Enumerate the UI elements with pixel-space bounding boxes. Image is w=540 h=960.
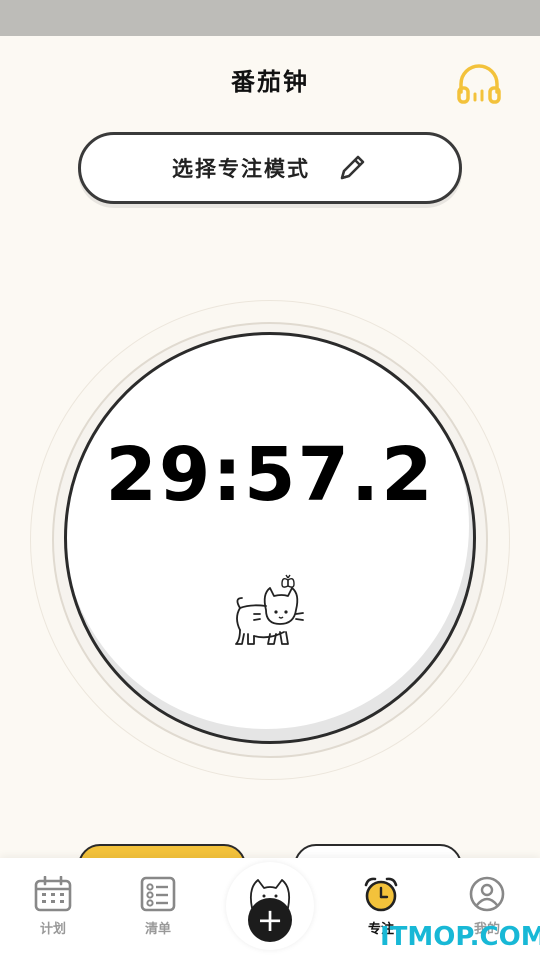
mode-button-label: 选择专注模式 xyxy=(172,157,310,181)
user-icon xyxy=(469,876,505,912)
select-focus-mode-button[interactable]: 选择专注模式 xyxy=(78,132,462,204)
tab-checklist[interactable]: 清单 xyxy=(118,876,198,937)
calendar-icon xyxy=(34,876,72,912)
timer-dial[interactable] xyxy=(64,332,476,744)
tab-plan[interactable]: 计划 xyxy=(13,876,93,937)
tab-plan-label: 计划 xyxy=(39,922,66,937)
walking-cat-illustration xyxy=(235,574,304,645)
pencil-icon xyxy=(340,155,365,180)
add-task-button[interactable]: + xyxy=(248,898,292,942)
status-bar xyxy=(0,0,540,36)
alarm-clock-icon xyxy=(364,877,398,912)
headphones-icon[interactable] xyxy=(456,62,502,106)
checklist-icon xyxy=(140,876,176,912)
tab-checklist-label: 清单 xyxy=(144,922,171,937)
watermark: ITMOP.COM xyxy=(380,922,540,952)
timer-display: 29:57.2 xyxy=(105,432,435,518)
